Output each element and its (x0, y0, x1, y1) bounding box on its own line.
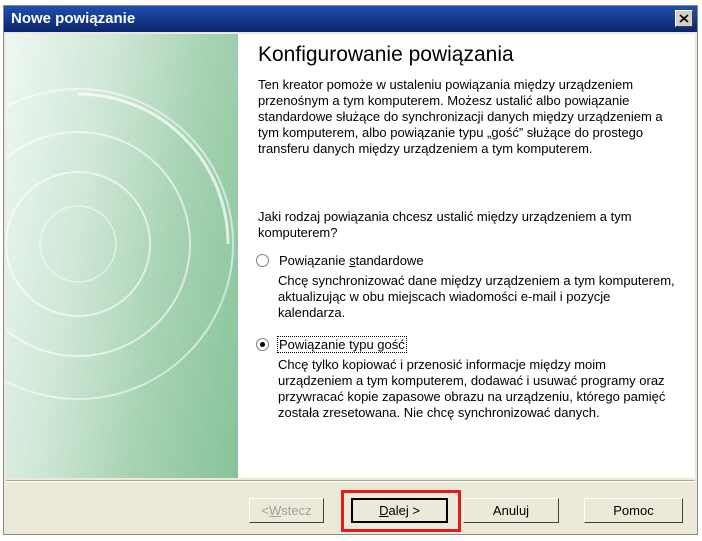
close-button[interactable] (675, 10, 693, 27)
intro-text: Ten kreator pomoże w ustaleniu powiązani… (258, 77, 663, 156)
question-text: Jaki rodzaj powiązania chcesz ustalić mi… (258, 209, 632, 240)
wizard-content: Konfigurowanie powiązania Ten kreator po… (238, 34, 695, 478)
next-button[interactable]: Dalej > (351, 498, 448, 523)
radio-guest-circle[interactable] (256, 338, 269, 351)
guest-description: Chcę tylko kopiować i przenosić informac… (278, 357, 666, 420)
window-title: Nowe powiązanie (11, 10, 136, 27)
radio-standard[interactable]: Powiązanie standardowe (256, 253, 425, 268)
wizard-window: Nowe powiązanie Konfigurowanie powiązani… (3, 5, 698, 535)
wizard-side-image (6, 34, 238, 478)
footer-divider (6, 480, 695, 482)
radio-guest-label[interactable]: Powiązanie typu gość (277, 336, 407, 353)
back-button[interactable]: < Wstecz (249, 498, 324, 523)
radio-selected-dot (260, 342, 265, 347)
standard-description: Chcę synchronizować dane między urządzen… (278, 273, 675, 320)
swirl-graphic (6, 88, 234, 400)
radio-standard-circle[interactable] (256, 254, 269, 267)
radio-guest[interactable]: Powiązanie typu gość (256, 336, 407, 353)
cancel-button[interactable]: Anuluj (463, 498, 559, 523)
title-bar[interactable]: Nowe powiązanie (4, 6, 697, 32)
page-title: Konfigurowanie powiązania (258, 43, 514, 66)
help-button[interactable]: Pomoc (584, 498, 683, 523)
radio-standard-label[interactable]: Powiązanie standardowe (278, 253, 425, 268)
close-icon (679, 14, 689, 23)
